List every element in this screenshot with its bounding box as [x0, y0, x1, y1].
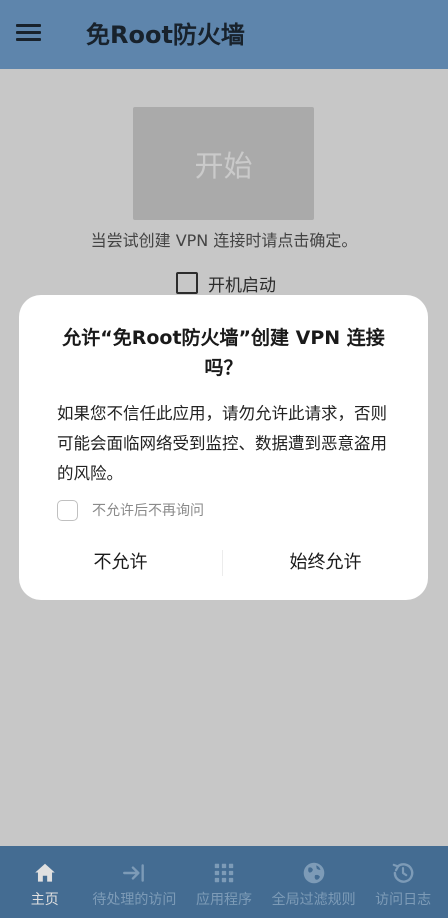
dont-ask-again-option[interactable]: 不允许后不再询问 — [57, 498, 204, 522]
vpn-permission-dialog: 允许“免Root防火墙”创建 VPN 连接吗？ 如果您不信任此应用，请勿允许此请… — [19, 295, 428, 600]
dialog-message: 如果您不信任此应用，请勿允许此请求，否则可能会面临网络受到监控、数据遭到恶意盗用… — [57, 404, 387, 483]
deny-button[interactable]: 不允许 — [19, 545, 222, 581]
dialog-title: 允许“免Root防火墙”创建 VPN 连接吗？ — [62, 327, 385, 379]
dont-ask-again-label: 不允许后不再询问 — [92, 503, 204, 519]
always-allow-button[interactable]: 始终允许 — [223, 545, 428, 581]
dont-ask-again-checkbox[interactable] — [57, 499, 78, 521]
